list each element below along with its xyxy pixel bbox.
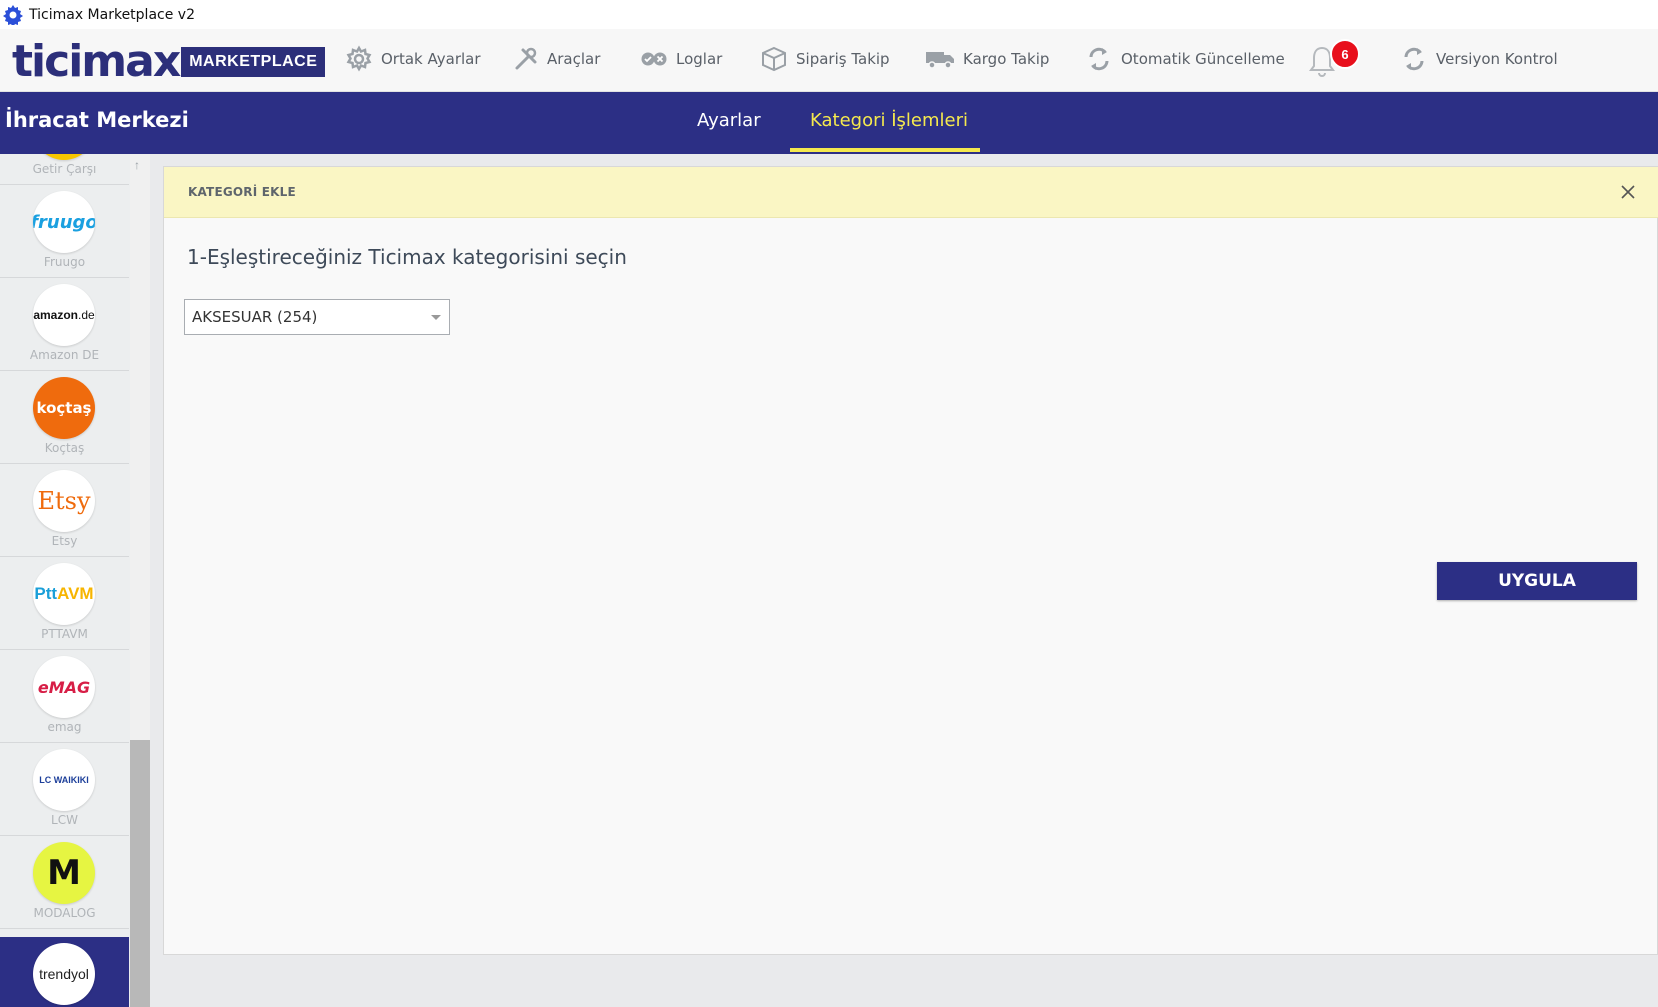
top-toolbar: ticimax MARKETPLACE Ortak Ayarlar Araçla… bbox=[0, 29, 1658, 92]
amazon-logo-text: amazon bbox=[33, 308, 78, 322]
versiyon-kontrol-button[interactable]: Versiyon Kontrol bbox=[1400, 43, 1558, 75]
koctas-logo-text: koçtaş bbox=[36, 399, 92, 417]
sidebar-item-label: PTTAVM bbox=[41, 627, 88, 641]
chevron-down-icon bbox=[431, 315, 441, 320]
sidebar-item-pttavm[interactable]: PttAVM PTTAVM bbox=[0, 557, 129, 650]
siparis-takip-button[interactable]: Sipariş Takip bbox=[760, 43, 890, 75]
scrollbar-thumb[interactable] bbox=[130, 740, 150, 1007]
sidebar-item-getir-carsi[interactable]: Getir Çarşı bbox=[0, 154, 129, 185]
sidebar-item-fruugo[interactable]: fruugo Fruugo bbox=[0, 185, 129, 278]
emag-logo-text: eMAG bbox=[37, 677, 91, 697]
otomatik-guncelleme-label: Otomatik Güncelleme bbox=[1121, 50, 1285, 68]
tools-icon bbox=[515, 47, 537, 70]
logo-text: ticimax bbox=[12, 36, 181, 87]
sync-icon bbox=[1404, 47, 1424, 71]
category-select[interactable]: AKSESUAR (254) bbox=[184, 299, 450, 335]
trendyol-logo-text: trendyol bbox=[39, 966, 89, 982]
etsy-logo-text: Etsy bbox=[37, 487, 91, 515]
modalog-logo: M bbox=[33, 842, 95, 904]
etsy-logo: Etsy bbox=[33, 470, 95, 532]
sidebar-item-label: Koçtaş bbox=[44, 441, 85, 455]
amazon-logo-suffix: .de bbox=[78, 308, 95, 322]
kargo-takip-button[interactable]: Kargo Takip bbox=[925, 43, 1049, 75]
versiyon-kontrol-label: Versiyon Kontrol bbox=[1436, 50, 1558, 68]
sidebar-item-label: LCW bbox=[51, 813, 78, 827]
getir-logo bbox=[33, 154, 95, 160]
tab-ayarlar[interactable]: Ayarlar bbox=[697, 110, 761, 131]
log-toggle-icon bbox=[641, 52, 667, 66]
step-title: 1-Eşleştireceğiniz Ticimax kategorisini … bbox=[187, 245, 627, 269]
kargo-takip-label: Kargo Takip bbox=[963, 50, 1050, 68]
fruugo-logo: fruugo bbox=[33, 191, 95, 253]
sidebar-item-label: Getir Çarşı bbox=[32, 162, 97, 176]
close-icon[interactable] bbox=[1617, 181, 1639, 203]
otomatik-guncelleme-button[interactable]: Otomatik Güncelleme bbox=[1085, 43, 1285, 75]
lcw-logo: LC WAIKIKI bbox=[33, 749, 95, 811]
category-select-value: AKSESUAR (254) bbox=[192, 308, 318, 326]
avm-logo-text: AVM bbox=[57, 584, 94, 603]
active-tab-indicator bbox=[790, 148, 980, 152]
package-icon bbox=[762, 46, 786, 72]
lcw-logo-text: LC WAIKIKI bbox=[39, 775, 89, 785]
tab-kategori-islemleri[interactable]: Kategori İşlemleri bbox=[810, 110, 968, 131]
modalog-logo-text: M bbox=[47, 853, 81, 893]
marketplace-sidebar: Getir Çarşı fruugo Fruugo amazon.de Amaz… bbox=[0, 154, 150, 1007]
loglar-button[interactable]: Loglar bbox=[640, 43, 722, 75]
araclar-label: Araçlar bbox=[547, 50, 601, 68]
sidebar-item-emag[interactable]: eMAG emag bbox=[0, 650, 129, 743]
siparis-takip-label: Sipariş Takip bbox=[796, 50, 890, 68]
koctas-logo: koçtaş bbox=[33, 377, 95, 439]
gear-icon bbox=[346, 45, 372, 72]
sidebar-item-lcw[interactable]: LC WAIKIKI LCW bbox=[0, 743, 129, 836]
amazon-de-logo: amazon.de bbox=[33, 284, 95, 346]
window-titlebar: Ticimax Marketplace v2 bbox=[0, 0, 1658, 29]
ortak-ayarlar-button[interactable]: Ortak Ayarlar bbox=[345, 43, 481, 75]
page-title: İhracat Merkezi bbox=[5, 108, 189, 132]
logo-badge: MARKETPLACE bbox=[181, 47, 326, 77]
sidebar-item-amazon-de[interactable]: amazon.de Amazon DE bbox=[0, 278, 129, 371]
emag-logo: eMAG bbox=[33, 656, 95, 718]
loglar-label: Loglar bbox=[676, 50, 723, 68]
sidebar-item-label: Etsy bbox=[51, 534, 78, 548]
sidebar-item-label: Amazon DE bbox=[29, 348, 100, 362]
panel-header: KATEGORİ EKLE bbox=[164, 167, 1658, 218]
sidebar-item-label: MODALOG bbox=[33, 906, 96, 920]
pttavm-logo: PttAVM bbox=[33, 563, 95, 625]
gear-icon bbox=[3, 4, 23, 25]
window-title: Ticimax Marketplace v2 bbox=[29, 6, 195, 23]
scroll-up-arrow-icon[interactable]: ↑ bbox=[134, 158, 140, 172]
notification-count-badge: 6 bbox=[1330, 39, 1360, 69]
araclar-button[interactable]: Araçlar bbox=[513, 43, 600, 75]
kategori-ekle-panel: KATEGORİ EKLE 1-Eşleştireceğiniz Ticimax… bbox=[163, 166, 1658, 955]
page-header: İhracat Merkezi Ayarlar Kategori İşlemle… bbox=[0, 92, 1658, 154]
sidebar-scrollbar[interactable]: ↑ bbox=[130, 154, 150, 1007]
sidebar-item-label: Fruugo bbox=[43, 255, 86, 269]
sidebar-item-trendyol[interactable]: trendyol bbox=[0, 937, 129, 1007]
sidebar-item-koctas[interactable]: koçtaş Koçtaş bbox=[0, 371, 129, 464]
panel-title: KATEGORİ EKLE bbox=[188, 185, 296, 199]
truck-icon bbox=[926, 52, 954, 69]
sidebar-item-label: emag bbox=[47, 720, 82, 734]
apply-button[interactable]: UYGULA bbox=[1437, 562, 1637, 600]
sync-icon bbox=[1089, 47, 1109, 71]
ticimax-logo[interactable]: ticimax MARKETPLACE bbox=[12, 36, 326, 87]
notifications-button[interactable]: 6 bbox=[1308, 39, 1360, 81]
fruugo-logo-text: fruugo bbox=[33, 211, 95, 233]
trendyol-logo: trendyol bbox=[33, 943, 95, 1005]
ortak-ayarlar-label: Ortak Ayarlar bbox=[381, 50, 481, 68]
ptt-logo-text: Ptt bbox=[34, 584, 58, 603]
sidebar-item-etsy[interactable]: Etsy Etsy bbox=[0, 464, 129, 557]
sidebar-item-modalog[interactable]: M MODALOG bbox=[0, 836, 129, 929]
